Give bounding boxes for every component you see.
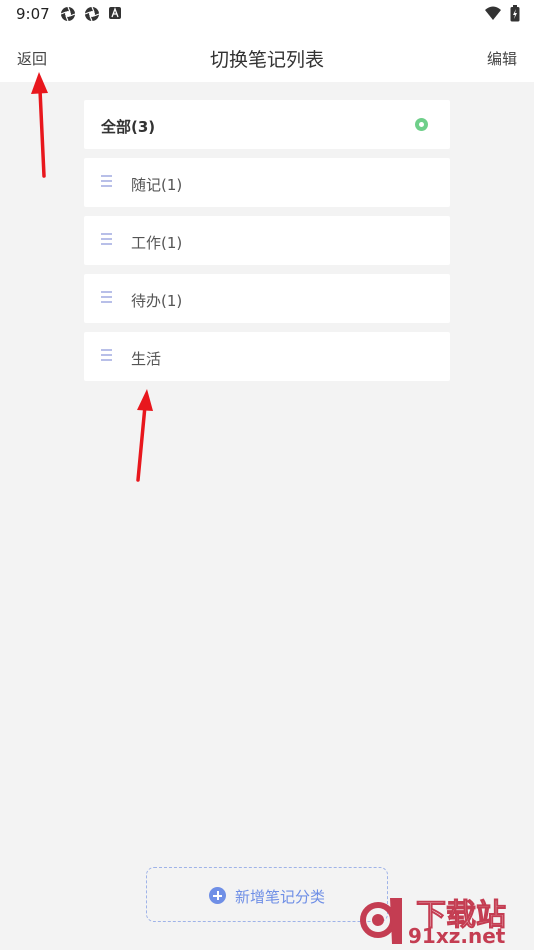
aperture-icon [84, 6, 100, 26]
annotation-arrow-item [136, 389, 153, 482]
wifi-icon [484, 5, 502, 26]
status-time: 9:07 [16, 5, 50, 23]
add-category-button[interactable]: 新增笔记分类 [146, 867, 388, 922]
category-item-all[interactable]: 全部(3) [84, 100, 450, 149]
drag-handle-icon[interactable] [101, 291, 112, 305]
category-item[interactable]: 生活 [84, 332, 450, 381]
selected-indicator-icon [415, 118, 428, 131]
battery-icon [510, 5, 520, 26]
watermark-text-bottom: 91xz.net [408, 924, 506, 948]
top-navigation-bar: 返回 切换笔记列表 编辑 [0, 28, 534, 82]
category-label: 生活 [131, 350, 162, 368]
aperture-icon [60, 6, 76, 26]
drag-handle-icon[interactable] [101, 175, 112, 189]
category-item[interactable]: 随记(1) [84, 158, 450, 207]
status-icons-left [60, 6, 122, 26]
watermark-logo-icon [360, 898, 402, 944]
category-list: 全部(3) 随记(1) 工作(1) 待办(1) 生活 [84, 100, 450, 390]
plus-circle-icon [209, 887, 226, 904]
drag-handle-icon[interactable] [101, 349, 112, 363]
annotation-arrow-back [31, 72, 48, 178]
watermark: 下载站 91xz.net [360, 888, 530, 948]
keyboard-a-icon [108, 6, 122, 26]
status-icons-right [484, 5, 520, 26]
category-label: 随记(1) [131, 176, 183, 194]
drag-handle-icon[interactable] [101, 233, 112, 247]
category-item[interactable]: 工作(1) [84, 216, 450, 265]
add-category-label: 新增笔记分类 [235, 888, 326, 906]
status-bar: 9:07 [0, 0, 534, 28]
category-item[interactable]: 待办(1) [84, 274, 450, 323]
page-title: 切换笔记列表 [209, 49, 324, 71]
category-label: 全部(3) [101, 118, 156, 136]
edit-button[interactable]: 编辑 [487, 48, 517, 69]
category-label: 工作(1) [131, 234, 183, 252]
category-label: 待办(1) [131, 292, 183, 310]
